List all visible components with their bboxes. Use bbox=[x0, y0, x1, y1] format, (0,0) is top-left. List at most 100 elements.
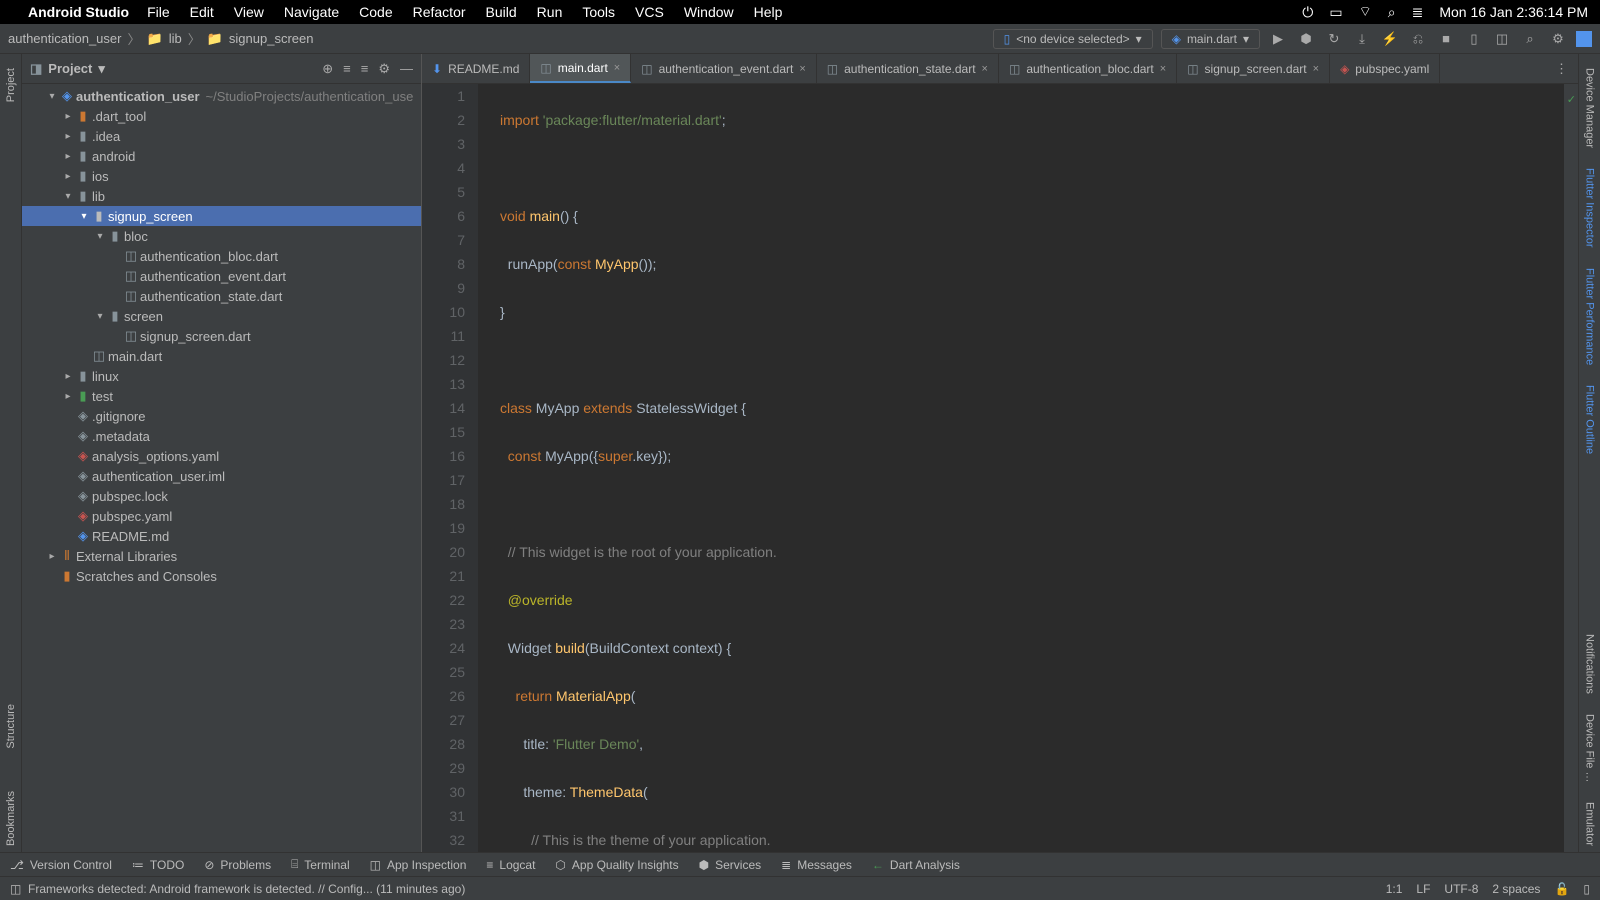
settings-icon[interactable]: ⚙ bbox=[378, 61, 390, 77]
tree-file[interactable]: ◈pubspec.yaml bbox=[22, 506, 421, 526]
status-indent[interactable]: 2 spaces bbox=[1492, 882, 1540, 896]
tree-external-libs[interactable]: ▸⫴External Libraries bbox=[22, 546, 421, 566]
tree-file[interactable]: ◫signup_screen.dart bbox=[22, 326, 421, 346]
project-tree[interactable]: ▾◈authentication_user~/StudioProjects/au… bbox=[22, 84, 421, 852]
chevron-down-icon[interactable]: ▾ bbox=[98, 61, 105, 77]
breadcrumb-mid[interactable]: lib bbox=[169, 31, 182, 46]
tree-item[interactable]: ▾▮lib bbox=[22, 186, 421, 206]
expand-all-icon[interactable]: ≡ bbox=[343, 61, 351, 77]
breadcrumb-leaf[interactable]: signup_screen bbox=[229, 31, 314, 46]
tab-auth-state[interactable]: ◫authentication_state.dart× bbox=[817, 54, 999, 83]
display-icon[interactable]: ▭ bbox=[1329, 4, 1342, 21]
tree-scratches[interactable]: ▮Scratches and Consoles bbox=[22, 566, 421, 586]
account-icon[interactable] bbox=[1576, 31, 1592, 47]
bottom-problems[interactable]: ⊘Problems bbox=[204, 858, 271, 872]
tree-file[interactable]: ◈analysis_options.yaml bbox=[22, 446, 421, 466]
bottom-app-quality[interactable]: ⬡App Quality Insights bbox=[555, 858, 678, 872]
tree-item[interactable]: ▸▮ios bbox=[22, 166, 421, 186]
tree-file[interactable]: ◈pubspec.lock bbox=[22, 486, 421, 506]
menu-refactor[interactable]: Refactor bbox=[413, 4, 466, 20]
select-opened-icon[interactable]: ⊕ bbox=[322, 61, 333, 77]
bottom-terminal[interactable]: ⌸Terminal bbox=[291, 857, 350, 872]
close-icon[interactable]: × bbox=[614, 62, 620, 74]
bottom-dart-analysis[interactable]: ←Dart Analysis bbox=[872, 858, 960, 872]
right-tool-flutter-perf[interactable]: Flutter Performance bbox=[1584, 262, 1596, 371]
tree-file[interactable]: ◈.gitignore bbox=[22, 406, 421, 426]
minimize-icon[interactable]: — bbox=[400, 61, 413, 77]
menu-navigate[interactable]: Navigate bbox=[284, 4, 339, 20]
avd-button[interactable]: ◫ bbox=[1492, 29, 1512, 49]
tab-main[interactable]: ◫main.dart× bbox=[530, 54, 631, 83]
tab-readme[interactable]: ⬇README.md bbox=[422, 54, 530, 83]
attach-button[interactable]: ⎌ bbox=[1408, 29, 1428, 49]
inspection-ok-icon[interactable]: ✓ bbox=[1567, 88, 1576, 112]
close-icon[interactable]: × bbox=[1313, 63, 1319, 75]
stop-button[interactable]: ■ bbox=[1436, 29, 1456, 49]
bottom-version-control[interactable]: ⎇Version Control bbox=[10, 858, 112, 872]
right-tool-notifications[interactable]: Notifications bbox=[1584, 628, 1596, 700]
right-tool-emulator[interactable]: Emulator bbox=[1584, 796, 1596, 852]
settings-icon[interactable]: ⚙ bbox=[1548, 29, 1568, 49]
collapse-all-icon[interactable]: ≡ bbox=[361, 61, 369, 77]
tree-item[interactable]: ▾▮screen bbox=[22, 306, 421, 326]
run-button[interactable]: ▶ bbox=[1268, 29, 1288, 49]
close-icon[interactable]: × bbox=[982, 63, 988, 75]
bottom-logcat[interactable]: ≡Logcat bbox=[486, 858, 535, 872]
tree-file[interactable]: ◫main.dart bbox=[22, 346, 421, 366]
menu-edit[interactable]: Edit bbox=[190, 4, 214, 20]
bottom-app-inspection[interactable]: ◫App Inspection bbox=[370, 858, 467, 872]
menu-vcs[interactable]: VCS bbox=[635, 4, 664, 20]
wifi-icon[interactable]: ⌔ bbox=[1359, 3, 1372, 21]
coverage-button[interactable]: ↻ bbox=[1324, 29, 1344, 49]
code-content[interactable]: import 'package:flutter/material.dart'; … bbox=[492, 84, 1564, 852]
menu-file[interactable]: File bbox=[147, 4, 170, 20]
right-tool-flutter-inspector[interactable]: Flutter Inspector bbox=[1584, 162, 1596, 253]
tree-file[interactable]: ◈README.md bbox=[22, 526, 421, 546]
tree-file[interactable]: ◈.metadata bbox=[22, 426, 421, 446]
close-icon[interactable]: × bbox=[1160, 63, 1166, 75]
tree-file[interactable]: ◫authentication_state.dart bbox=[22, 286, 421, 306]
app-name[interactable]: Android Studio bbox=[28, 4, 129, 20]
tree-item-selected[interactable]: ▾▮signup_screen bbox=[22, 206, 421, 226]
tree-item[interactable]: ▾▮bloc bbox=[22, 226, 421, 246]
status-caret-pos[interactable]: 1:1 bbox=[1386, 882, 1403, 896]
tab-pubspec[interactable]: ◈pubspec.yaml bbox=[1330, 54, 1440, 83]
menu-help[interactable]: Help bbox=[754, 4, 783, 20]
tree-item[interactable]: ▸▮test bbox=[22, 386, 421, 406]
right-tool-flutter-outline[interactable]: Flutter Outline bbox=[1584, 379, 1596, 460]
status-tool-window-icon[interactable]: ◫ bbox=[10, 882, 21, 896]
tree-file[interactable]: ◫authentication_bloc.dart bbox=[22, 246, 421, 266]
search-icon[interactable]: ⌕ bbox=[1388, 4, 1396, 21]
left-tool-structure[interactable]: Structure bbox=[5, 698, 17, 755]
tree-item[interactable]: ▸▮.dart_tool bbox=[22, 106, 421, 126]
menu-build[interactable]: Build bbox=[486, 4, 517, 20]
devices-button[interactable]: ▯ bbox=[1464, 29, 1484, 49]
bottom-services[interactable]: ⬢Services bbox=[699, 858, 762, 872]
status-line-sep[interactable]: LF bbox=[1416, 882, 1430, 896]
left-tool-bookmarks[interactable]: Bookmarks bbox=[5, 785, 17, 852]
debug-button[interactable]: ⬢ bbox=[1296, 29, 1316, 49]
menu-view[interactable]: View bbox=[234, 4, 264, 20]
device-selector[interactable]: ▯ <no device selected> ▾ bbox=[993, 29, 1153, 49]
menubar-clock[interactable]: Mon 16 Jan 2:36:14 PM bbox=[1439, 4, 1588, 20]
status-message[interactable]: Frameworks detected: Android framework i… bbox=[28, 882, 465, 896]
status-readonly-icon[interactable]: 🔓 bbox=[1554, 882, 1569, 896]
project-title[interactable]: Project bbox=[48, 61, 92, 76]
bottom-messages[interactable]: ≣Messages bbox=[781, 858, 852, 872]
hot-reload-button[interactable]: ⚡ bbox=[1380, 29, 1400, 49]
tree-item[interactable]: ▸▮.idea bbox=[22, 126, 421, 146]
scroll-overview[interactable]: ✓ bbox=[1564, 84, 1578, 852]
status-meter-icon[interactable]: ▯ bbox=[1583, 882, 1590, 896]
menu-code[interactable]: Code bbox=[359, 4, 392, 20]
search-everywhere-icon[interactable]: ⌕ bbox=[1520, 29, 1540, 49]
close-icon[interactable]: × bbox=[799, 63, 805, 75]
tree-item[interactable]: ▸▮android bbox=[22, 146, 421, 166]
tree-item[interactable]: ▸▮linux bbox=[22, 366, 421, 386]
right-tool-devmgr[interactable]: Device Manager bbox=[1584, 62, 1596, 154]
editor-body[interactable]: 1 2 3 4 5 6 7 8 9 10 11 12 13 14 15 16 1… bbox=[422, 84, 1578, 852]
menu-tools[interactable]: Tools bbox=[582, 4, 615, 20]
power-icon[interactable]: ⏻ bbox=[1302, 4, 1313, 21]
status-encoding[interactable]: UTF-8 bbox=[1444, 882, 1478, 896]
tabs-more-icon[interactable]: ⋮ bbox=[1545, 54, 1578, 83]
tab-signup-screen[interactable]: ◫signup_screen.dart× bbox=[1177, 54, 1330, 83]
